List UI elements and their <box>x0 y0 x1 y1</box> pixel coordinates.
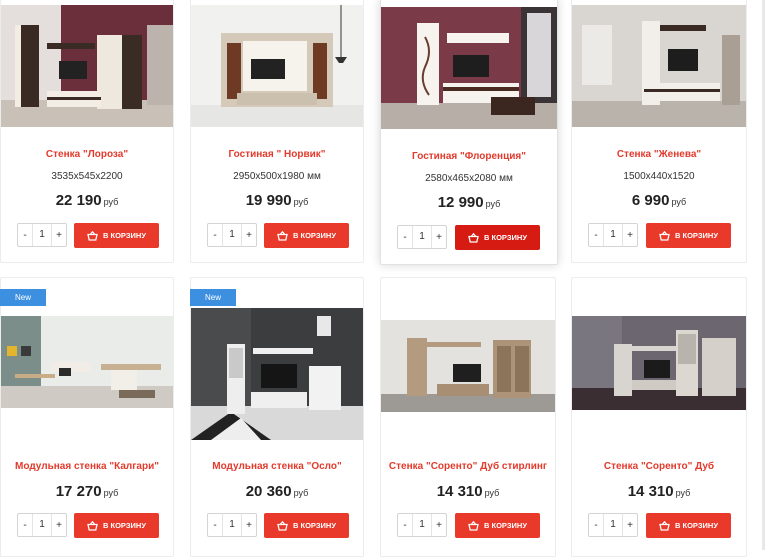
add-to-cart-button[interactable]: В КОРЗИНУ <box>455 225 540 250</box>
add-to-cart-button[interactable]: В КОРЗИНУ <box>455 513 540 538</box>
add-to-cart-button[interactable]: В КОРЗИНУ <box>646 513 731 538</box>
qty-minus-button[interactable]: - <box>208 230 222 241</box>
qty-input[interactable]: 1 <box>603 224 623 246</box>
basket-icon <box>87 230 98 241</box>
product-image[interactable] <box>572 5 746 127</box>
product-price: 12 990 руб <box>437 194 501 211</box>
qty-plus-button[interactable]: + <box>623 230 637 241</box>
add-to-cart-button[interactable]: В КОРЗИНУ <box>264 513 349 538</box>
new-badge: New <box>0 289 46 306</box>
product-price: 14 310 руб <box>436 483 500 500</box>
product-card[interactable]: Стенка "Лороза" 3535x545x2200 22 190 руб … <box>0 0 174 263</box>
qty-minus-button[interactable]: - <box>18 520 32 531</box>
add-to-cart-button[interactable]: В КОРЗИНУ <box>264 223 349 248</box>
quantity-stepper[interactable]: - 1 + <box>397 513 447 537</box>
product-price: 14 310 руб <box>627 483 691 500</box>
quantity-stepper[interactable]: - 1 + <box>207 513 257 537</box>
quantity-stepper[interactable]: - 1 + <box>588 513 638 537</box>
qty-plus-button[interactable]: + <box>432 520 446 531</box>
qty-plus-button[interactable]: + <box>432 232 446 243</box>
basket-icon <box>277 520 288 531</box>
product-title[interactable]: Модульная стенка "Осло" <box>191 461 363 472</box>
quantity-stepper[interactable]: - 1 + <box>207 223 257 247</box>
add-to-cart-button[interactable]: В КОРЗИНУ <box>74 223 159 248</box>
product-title[interactable]: Стенка "Лороза" <box>1 149 173 160</box>
product-price: 6 990 руб <box>631 192 687 209</box>
add-to-cart-button[interactable]: В КОРЗИНУ <box>74 513 159 538</box>
product-price: 22 190 руб <box>55 192 119 209</box>
qty-input[interactable]: 1 <box>222 224 242 246</box>
product-card[interactable]: Стенка "Соренто" Дуб стирлинг 14 310 руб … <box>380 277 556 557</box>
basket-icon <box>277 230 288 241</box>
qty-input[interactable]: 1 <box>603 514 623 536</box>
quantity-stepper[interactable]: - 1 + <box>17 513 67 537</box>
qty-minus-button[interactable]: - <box>398 520 412 531</box>
product-image[interactable] <box>191 308 363 440</box>
product-card[interactable]: New Модульная стенка "Осло" 20 360 руб - … <box>190 277 364 557</box>
product-price: 20 360 руб <box>245 483 309 500</box>
product-card[interactable]: New Модульная стенка "Калгари" 17 270 руб… <box>0 277 174 557</box>
product-image[interactable] <box>191 5 363 127</box>
basket-icon <box>659 520 670 531</box>
qty-input[interactable]: 1 <box>222 514 242 536</box>
product-price: 17 270 руб <box>55 483 119 500</box>
new-badge: New <box>190 289 236 306</box>
qty-minus-button[interactable]: - <box>589 230 603 241</box>
qty-plus-button[interactable]: + <box>52 520 66 531</box>
product-title[interactable]: Стенка "Соренто" Дуб <box>572 461 746 472</box>
qty-plus-button[interactable]: + <box>242 230 256 241</box>
product-title[interactable]: Гостиная "Флоренция" <box>381 151 557 162</box>
product-dimensions: 2580x465x2080 мм <box>425 173 513 184</box>
product-image[interactable] <box>381 320 555 412</box>
qty-input[interactable]: 1 <box>32 514 52 536</box>
qty-minus-button[interactable]: - <box>589 520 603 531</box>
product-image[interactable] <box>381 7 557 129</box>
product-card[interactable]: Гостиная "Флоренция" 2580x465x2080 мм 12… <box>380 0 558 265</box>
product-price: 19 990 руб <box>245 192 309 209</box>
basket-icon <box>87 520 98 531</box>
product-title[interactable]: Стенка "Женева" <box>572 149 746 160</box>
add-to-cart-button[interactable]: В КОРЗИНУ <box>646 223 731 248</box>
product-image[interactable] <box>1 316 173 408</box>
basket-icon <box>659 230 670 241</box>
basket-icon <box>468 232 479 243</box>
qty-minus-button[interactable]: - <box>208 520 222 531</box>
qty-minus-button[interactable]: - <box>398 232 412 243</box>
qty-plus-button[interactable]: + <box>242 520 256 531</box>
quantity-stepper[interactable]: - 1 + <box>397 225 447 249</box>
quantity-stepper[interactable]: - 1 + <box>588 223 638 247</box>
qty-input[interactable]: 1 <box>412 226 432 248</box>
qty-plus-button[interactable]: + <box>623 520 637 531</box>
quantity-stepper[interactable]: - 1 + <box>17 223 67 247</box>
product-dimensions: 1500x440x1520 <box>623 171 695 182</box>
product-card[interactable]: Стенка "Женева" 1500x440x1520 6 990 руб -… <box>571 0 747 263</box>
product-title[interactable]: Гостиная " Норвик" <box>191 149 363 160</box>
product-dimensions: 2950x500x1980 мм <box>233 171 321 182</box>
product-title[interactable]: Модульная стенка "Калгари" <box>1 461 173 472</box>
product-card[interactable]: Стенка "Соренто" Дуб 14 310 руб - 1 + В К… <box>571 277 747 557</box>
product-title[interactable]: Стенка "Соренто" Дуб стирлинг <box>381 461 555 472</box>
qty-minus-button[interactable]: - <box>18 230 32 241</box>
product-image[interactable] <box>1 5 173 127</box>
qty-input[interactable]: 1 <box>412 514 432 536</box>
qty-input[interactable]: 1 <box>32 224 52 246</box>
product-dimensions: 3535x545x2200 <box>51 171 123 182</box>
product-card[interactable]: Гостиная " Норвик" 2950x500x1980 мм 19 9… <box>190 0 364 263</box>
basket-icon <box>468 520 479 531</box>
qty-plus-button[interactable]: + <box>52 230 66 241</box>
product-image[interactable] <box>572 316 746 410</box>
